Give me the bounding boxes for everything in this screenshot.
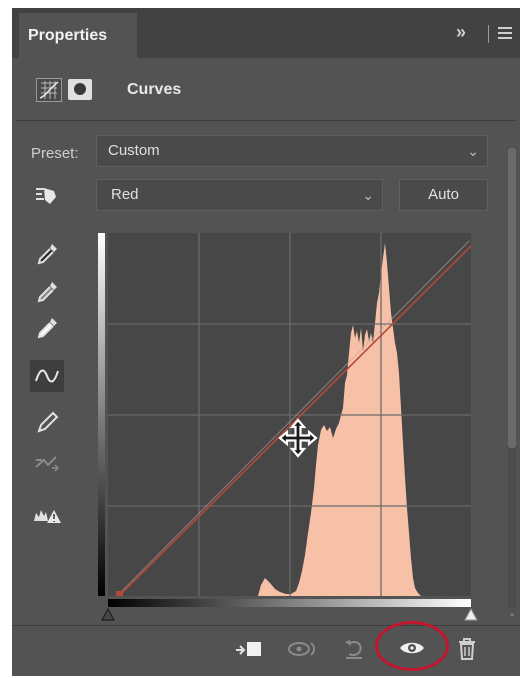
preset-value: Custom xyxy=(108,142,160,159)
curve-point-tool-icon[interactable] xyxy=(30,360,64,392)
pencil-draw-icon[interactable] xyxy=(30,406,64,438)
chevron-down-icon: ⌄ xyxy=(467,143,479,159)
preset-label: Preset: xyxy=(31,145,79,162)
graph-grid xyxy=(108,233,471,596)
smooth-curve-icon xyxy=(30,446,64,478)
channel-dropdown[interactable]: Red ⌄ xyxy=(96,179,383,211)
input-gradient-bar xyxy=(108,599,471,607)
header-divider xyxy=(16,120,516,121)
auto-button[interactable]: Auto xyxy=(399,179,488,211)
reset-adjustment-icon[interactable] xyxy=(341,636,367,662)
scroll-down-icon[interactable]: ⌄ xyxy=(508,608,516,619)
gray-point-eyedropper-icon[interactable] xyxy=(30,276,64,308)
panel-menu-icon[interactable] xyxy=(498,27,512,42)
curve-point-black[interactable] xyxy=(116,591,123,596)
clipping-warning-icon[interactable] xyxy=(30,500,64,532)
scrollbar-thumb[interactable] xyxy=(508,148,516,448)
bottom-divider xyxy=(12,625,520,626)
curves-adjustment-icon[interactable] xyxy=(36,78,62,102)
chevron-down-icon: ⌄ xyxy=(362,187,374,203)
histogram xyxy=(258,243,421,596)
clip-to-layer-icon[interactable] xyxy=(232,636,266,662)
move-cursor-icon xyxy=(278,418,318,458)
properties-tab[interactable]: Properties xyxy=(19,13,137,58)
panel-tab-bar: Properties » xyxy=(12,8,520,58)
layer-mask-icon[interactable] xyxy=(68,79,92,100)
baseline-diagonal xyxy=(119,240,470,594)
black-input-slider[interactable] xyxy=(101,608,115,622)
preset-dropdown[interactable]: Custom ⌄ xyxy=(96,135,488,167)
channel-value: Red xyxy=(111,186,139,203)
white-point-eyedropper-icon[interactable] xyxy=(30,312,64,344)
curves-graph-canvas[interactable] xyxy=(108,233,471,596)
output-gradient-bar xyxy=(98,233,105,596)
adjustment-title: Curves xyxy=(127,81,182,98)
black-point-eyedropper-icon[interactable] xyxy=(30,238,64,270)
tab-divider xyxy=(488,25,489,43)
highlight-circle xyxy=(375,621,449,671)
delete-adjustment-icon[interactable] xyxy=(456,636,478,662)
view-previous-state-icon[interactable] xyxy=(285,636,321,662)
white-input-slider[interactable] xyxy=(464,608,478,622)
on-image-adjust-icon[interactable] xyxy=(30,179,64,211)
collapse-panel-icon[interactable]: » xyxy=(456,22,466,43)
properties-panel: Properties » Curves Preset: Custom ⌄ Red… xyxy=(12,8,520,676)
